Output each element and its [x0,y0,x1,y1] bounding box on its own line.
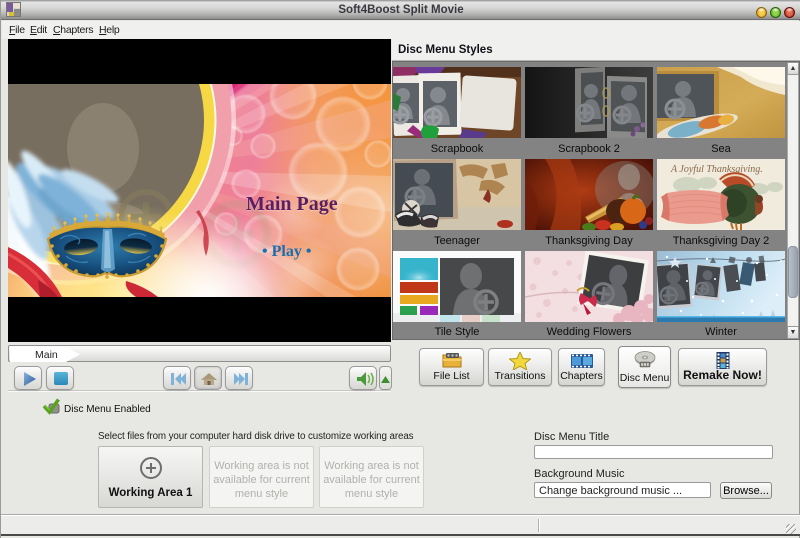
svg-text:A Joyful Thanksgiving.: A Joyful Thanksgiving. [670,164,763,175]
